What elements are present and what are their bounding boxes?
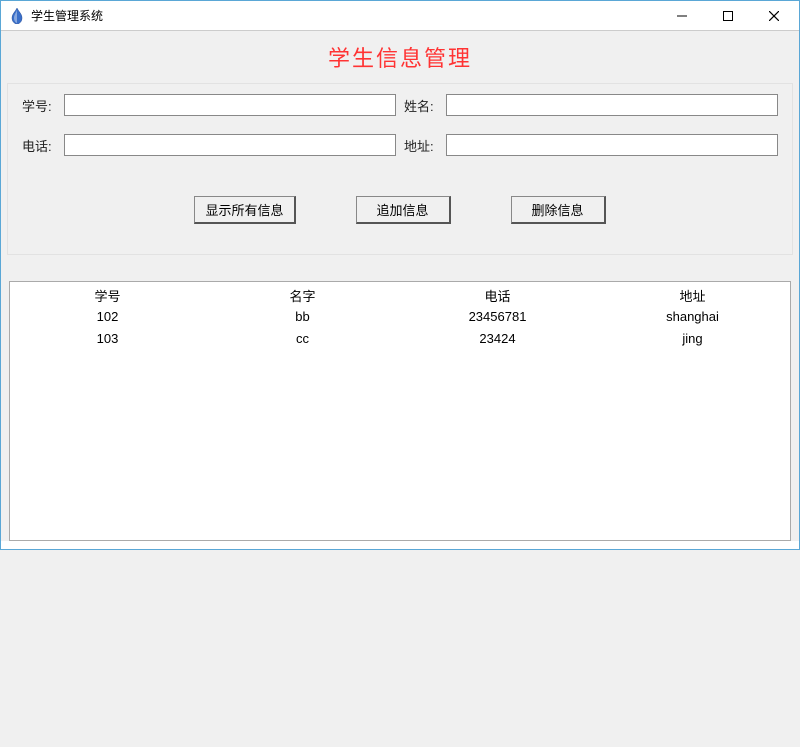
app-window: 学生管理系统 学生信息管理 学号: 姓名: — [0, 0, 800, 550]
cell-id: 102 — [10, 305, 205, 327]
add-info-button[interactable]: 追加信息 — [356, 196, 451, 224]
student-table: 学号 名字 电话 地址 102bb23456781shanghai103cc23… — [10, 282, 790, 349]
student-id-label: 学号: — [22, 96, 58, 115]
table-header-row: 学号 名字 电话 地址 — [10, 282, 790, 305]
page-title: 学生信息管理 — [1, 31, 799, 83]
col-name[interactable]: 名字 — [205, 282, 400, 305]
phone-input[interactable] — [64, 134, 396, 156]
form-row-2: 电话: 地址: — [18, 134, 782, 156]
minimize-button[interactable] — [665, 5, 699, 27]
student-id-input[interactable] — [64, 94, 396, 116]
close-button[interactable] — [757, 5, 791, 27]
col-address[interactable]: 地址 — [595, 282, 790, 305]
form-row-1: 学号: 姓名: — [18, 94, 782, 116]
cell-phone: 23424 — [400, 327, 595, 349]
cell-phone: 23456781 — [400, 305, 595, 327]
window-title: 学生管理系统 — [31, 7, 103, 24]
name-label: 姓名: — [404, 96, 440, 115]
window-controls — [665, 5, 791, 27]
app-icon — [9, 8, 25, 24]
table-row[interactable]: 102bb23456781shanghai — [10, 305, 790, 327]
address-input[interactable] — [446, 134, 778, 156]
col-id[interactable]: 学号 — [10, 282, 205, 305]
phone-label: 电话: — [22, 136, 58, 155]
student-id-cell: 学号: — [22, 94, 396, 116]
table-area[interactable]: 学号 名字 电话 地址 102bb23456781shanghai103cc23… — [9, 281, 791, 541]
maximize-button[interactable] — [711, 5, 745, 27]
titlebar: 学生管理系统 — [1, 1, 799, 31]
form-panel: 学号: 姓名: 电话: 地址: 显示所有信息 — [7, 83, 793, 255]
address-cell: 地址: — [404, 134, 778, 156]
cell-name: cc — [205, 327, 400, 349]
show-all-button[interactable]: 显示所有信息 — [194, 196, 295, 224]
delete-info-button[interactable]: 删除信息 — [511, 196, 606, 224]
name-input[interactable] — [446, 94, 778, 116]
table-row[interactable]: 103cc23424jing — [10, 327, 790, 349]
client-area: 学生信息管理 学号: 姓名: 电话: 地址: — [1, 31, 799, 541]
address-label: 地址: — [404, 136, 440, 155]
phone-cell: 电话: — [22, 134, 396, 156]
name-cell: 姓名: — [404, 94, 778, 116]
col-phone[interactable]: 电话 — [400, 282, 595, 305]
titlebar-left: 学生管理系统 — [9, 7, 103, 24]
button-row: 显示所有信息 追加信息 删除信息 — [18, 196, 782, 224]
cell-id: 103 — [10, 327, 205, 349]
cell-address: jing — [595, 327, 790, 349]
cell-address: shanghai — [595, 305, 790, 327]
cell-name: bb — [205, 305, 400, 327]
